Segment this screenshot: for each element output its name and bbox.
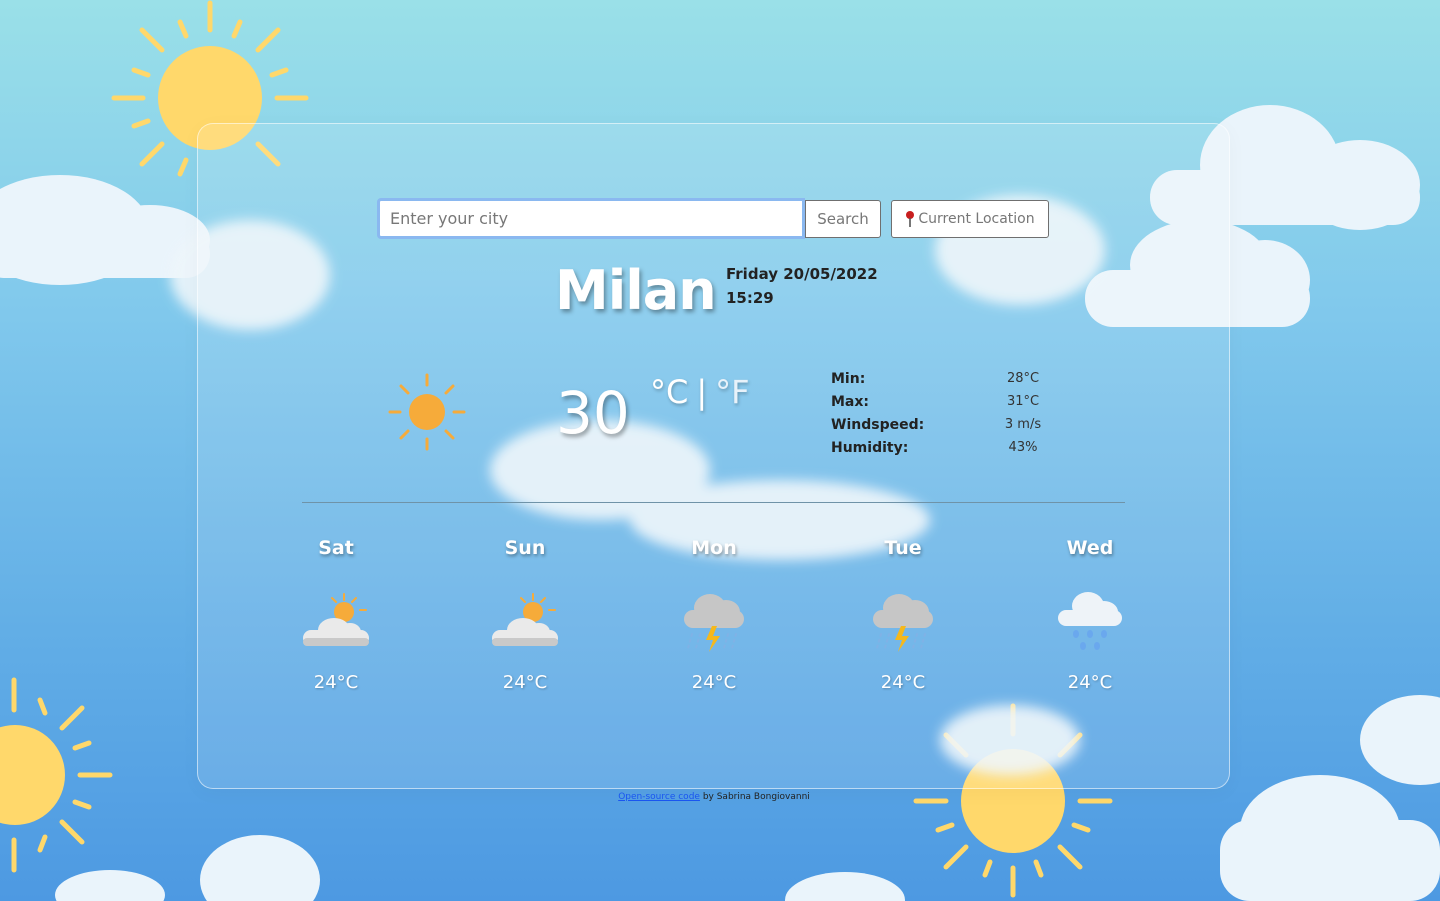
footer-credit: by Sabrina Bongiovanni: [699, 792, 810, 802]
forecast-day: Tue 24°C: [809, 530, 997, 693]
detail-label: Humidity:: [831, 439, 909, 456]
forecast-day: Sun 24°C: [431, 530, 619, 693]
forecast-day-name: Mon: [691, 537, 737, 559]
current-location-button[interactable]: Current Location: [891, 200, 1049, 238]
detail-value: 31°C: [1006, 394, 1040, 409]
detail-label: Windspeed:: [831, 416, 925, 433]
forecast-day-name: Tue: [884, 537, 922, 559]
detail-humidity: Humidity: 43%: [831, 436, 1061, 459]
forecast-day: Sat 24°C: [242, 530, 430, 693]
unit-separator: |: [696, 373, 708, 411]
forecast-temp: 24°C: [691, 672, 737, 693]
detail-value: 3 m/s: [1004, 417, 1042, 432]
forecast-temp: 24°C: [880, 672, 926, 693]
background-sun-icon: [0, 677, 113, 873]
footer: Open-source code by Sabrina Bongiovanni: [0, 792, 1428, 802]
search-button[interactable]: Search: [805, 200, 881, 238]
pin-icon: [906, 211, 915, 227]
forecast-day-name: Sat: [318, 537, 354, 559]
forecast-row: Sat 24°C Sun 24°C Mon 24°C Tue 24°C Wed …: [242, 530, 1184, 710]
partly-cloudy-icon: [492, 593, 558, 646]
date-text: Friday 20/05/2022: [726, 265, 878, 283]
detail-value: 28°C: [1006, 371, 1040, 386]
city-search-input[interactable]: [377, 198, 805, 239]
weather-details: Min: 28°C Max: 31°C Windspeed: 3 m/s Hum…: [831, 367, 1061, 459]
detail-value: 43%: [1008, 440, 1038, 455]
forecast-day-name: Sun: [504, 537, 546, 559]
forecast-day-name: Wed: [1066, 537, 1114, 559]
thunderstorm-icon: [684, 594, 744, 652]
forecast-temp: 24°C: [502, 672, 548, 693]
time-text: 15:29: [726, 289, 774, 307]
forecast-day: Wed 24°C: [996, 530, 1184, 693]
sun-icon: [388, 373, 466, 451]
detail-max: Max: 31°C: [831, 390, 1061, 413]
partly-cloudy-icon: [303, 593, 369, 646]
current-temperature: 30: [556, 379, 630, 447]
unit-toggle: °C | °F: [650, 372, 750, 412]
detail-label: Max:: [831, 393, 870, 410]
forecast-day: Mon 24°C: [620, 530, 808, 693]
city-name: Milan: [555, 259, 717, 322]
open-source-link[interactable]: Open-source code: [618, 792, 700, 802]
fahrenheit-link[interactable]: °F: [715, 372, 749, 412]
detail-label: Min:: [831, 370, 866, 387]
detail-min: Min: 28°C: [831, 367, 1061, 390]
current-location-label: Current Location: [918, 211, 1035, 227]
forecast-temp: 24°C: [1067, 672, 1113, 693]
forecast-temp: 24°C: [313, 672, 359, 693]
thunderstorm-icon: [873, 594, 933, 652]
rain-icon: [1058, 592, 1122, 650]
celsius-link[interactable]: °C: [650, 372, 688, 412]
date-time: Friday 20/05/2022 15:29: [726, 262, 878, 310]
divider: [302, 502, 1125, 503]
detail-windspeed: Windspeed: 3 m/s: [831, 413, 1061, 436]
